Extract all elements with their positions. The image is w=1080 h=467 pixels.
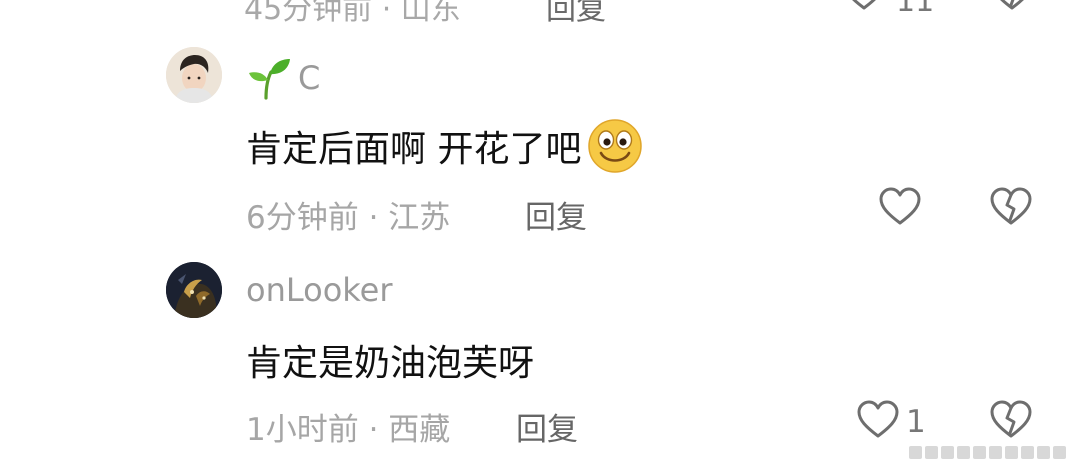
comment-item: onLooker 肯定是奶油泡芙呀 1小时前 · 西藏 回复 1	[0, 0, 1080, 467]
comment-location: 西藏	[388, 412, 451, 448]
username-text: onLooker	[246, 271, 393, 309]
like-count: 1	[906, 404, 926, 440]
comment-meta: 1小时前 · 西藏	[246, 412, 451, 448]
broken-heart-icon[interactable]	[989, 400, 1033, 440]
comment-username[interactable]: onLooker	[246, 271, 393, 309]
reply-button[interactable]: 回复	[516, 404, 578, 449]
watermark-dots	[909, 446, 1066, 459]
avatar[interactable]	[166, 262, 222, 318]
comment-list: 45分钟前 · 山东 回复 11 C 肯定后面啊 开花了吧 6分钟前 · 江苏 …	[0, 0, 1080, 467]
like-heart-icon[interactable]	[856, 400, 900, 440]
comment-text-row: 肯定是奶油泡芙呀	[246, 334, 534, 386]
comment-text: 肯定是奶油泡芙呀	[246, 343, 535, 384]
avatar-image	[166, 262, 222, 318]
comment-time: 1小时前	[246, 412, 359, 448]
